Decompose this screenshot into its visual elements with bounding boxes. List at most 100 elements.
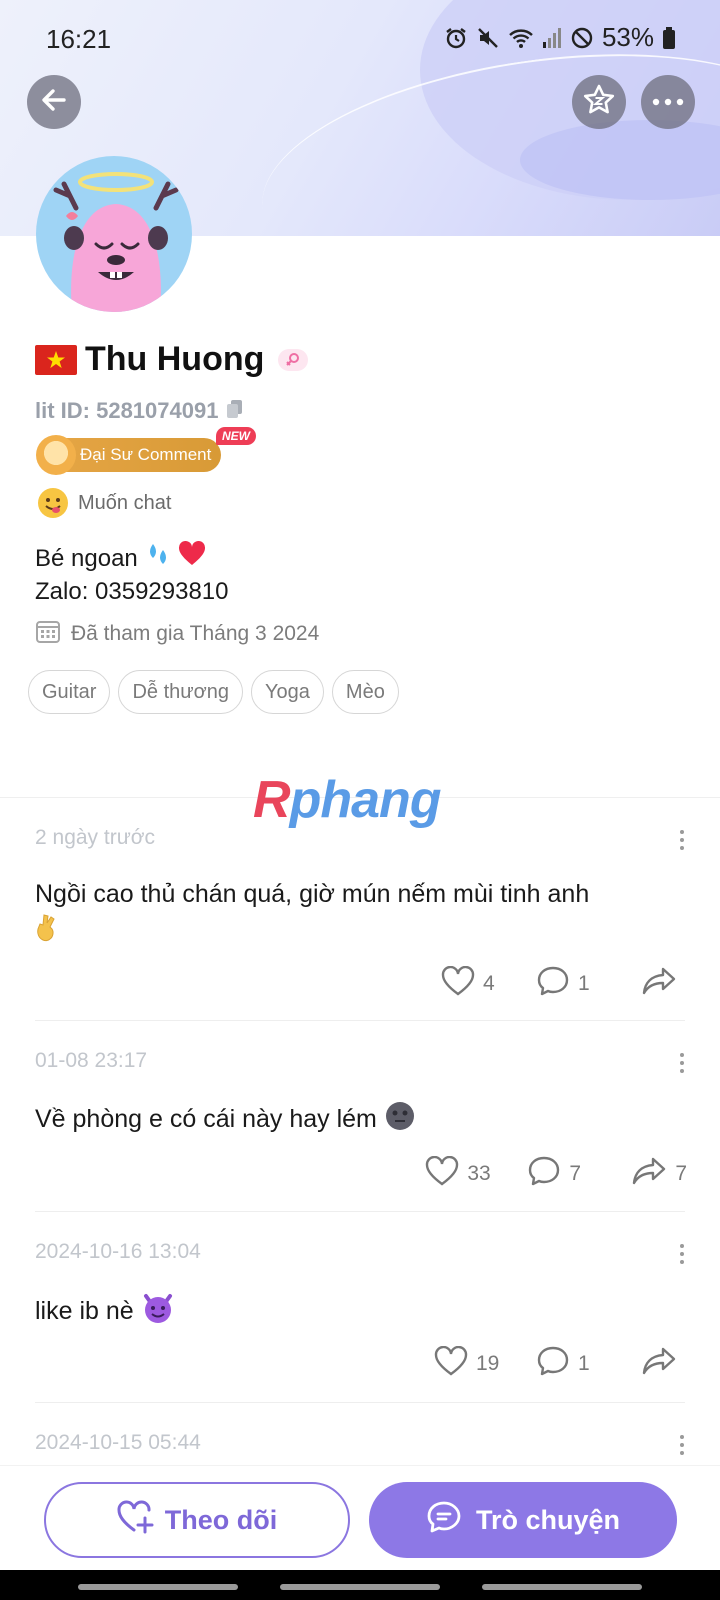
status-time: 16:21 <box>46 24 112 54</box>
heart-icon <box>425 1155 459 1192</box>
profile-name: Thu Huong <box>85 340 265 378</box>
female-icon <box>278 348 309 371</box>
calendar-icon <box>35 618 61 649</box>
chat-button[interactable]: Trò chuyện <box>369 1482 677 1558</box>
tag-cat[interactable]: Mèo <box>331 670 399 714</box>
post-content[interactable]: like ib nè <box>35 1292 685 1329</box>
post-time: 01-08 23:17 <box>35 1049 148 1072</box>
alarm-icon <box>444 26 468 50</box>
badge-label: Đại Sư Comment <box>80 445 212 464</box>
favorite-button[interactable] <box>572 75 626 129</box>
post-item[interactable]: 2024-10-15 05:44 <box>35 1431 685 1455</box>
bottom-action-bar: Theo dõi Trò chuyện <box>0 1465 720 1570</box>
comment-icon <box>527 1155 561 1193</box>
comment-icon <box>536 1345 570 1383</box>
post-time: 2024-10-15 05:44 <box>35 1431 201 1454</box>
follow-label: Theo dõi <box>164 1504 278 1535</box>
tag-cute[interactable]: Dễ thương <box>118 670 244 714</box>
more-options-button[interactable] <box>641 75 695 129</box>
post-content[interactable]: Về phòng e có cái này hay lém <box>35 1101 685 1136</box>
chat-status: Muốn chat <box>78 491 172 514</box>
comment-button[interactable]: 1 <box>536 965 641 1003</box>
post-text: like ib nè <box>35 1296 134 1325</box>
nav-home-handle[interactable] <box>280 1584 440 1590</box>
heart-emoji-icon <box>178 540 206 575</box>
heart-plus-icon <box>117 1500 155 1541</box>
battery-icon <box>662 26 676 50</box>
status-bar: 16:21 53% <box>0 0 720 80</box>
smiling-devil-emoji-icon <box>142 1292 174 1329</box>
post-more-icon[interactable] <box>679 1053 685 1073</box>
post-more-icon[interactable] <box>679 1244 685 1264</box>
comment-count: 1 <box>578 1352 590 1375</box>
like-count: 19 <box>476 1352 500 1375</box>
tag-guitar[interactable]: Guitar <box>28 670 111 714</box>
post-more-icon[interactable] <box>679 1435 685 1455</box>
chat-bubble-icon <box>426 1500 462 1541</box>
signal-icon <box>542 27 562 49</box>
lit-id: lit ID: 5281074091 <box>35 398 219 423</box>
post-text: Về phòng e có cái này hay lém <box>35 1104 377 1133</box>
bio-line-2: Zalo: 0359293810 <box>35 578 229 605</box>
moon-face-emoji-icon <box>385 1101 415 1136</box>
achievement-badge[interactable]: Đại Sư Comment <box>36 435 222 475</box>
block-icon <box>570 26 594 50</box>
post-time: 2 ngày trước <box>35 826 156 849</box>
like-count: 4 <box>483 972 495 995</box>
bio: Bé ngoan Zalo: 0359293810 <box>35 540 229 607</box>
post-separator <box>35 1402 685 1403</box>
tongue-face-emoji-icon <box>38 488 68 518</box>
crossed-fingers-emoji-icon <box>35 912 685 947</box>
back-button[interactable] <box>27 75 81 129</box>
vietnam-flag-icon <box>35 344 77 375</box>
sweat-droplets-emoji-icon <box>144 540 172 576</box>
post-separator <box>35 1020 685 1021</box>
share-count: 7 <box>675 1162 687 1185</box>
post-text: Ngồi cao thủ chán quá, giờ mún nếm mùi t… <box>35 880 590 908</box>
post-item[interactable]: 2024-10-16 13:04 <box>35 1240 685 1264</box>
comment-count: 7 <box>569 1162 581 1185</box>
share-button[interactable]: 7 <box>631 1156 687 1192</box>
chat-label: Trò chuyện <box>475 1504 621 1535</box>
nav-back-handle[interactable] <box>482 1584 642 1590</box>
joined-date: Đã tham gia Tháng 3 2024 <box>71 621 320 645</box>
tag-yoga[interactable]: Yoga <box>251 670 324 714</box>
arrow-left-icon <box>39 85 69 120</box>
copy-icon[interactable] <box>226 399 244 424</box>
post-actions: 33 7 7 <box>425 1155 687 1193</box>
badge-medal-icon <box>36 435 76 475</box>
like-button[interactable]: 4 <box>441 965 536 1002</box>
share-button[interactable] <box>641 1346 677 1382</box>
post-time: 2024-10-16 13:04 <box>35 1240 201 1263</box>
heart-icon <box>441 965 475 1002</box>
share-button[interactable] <box>641 966 677 1002</box>
post-separator <box>35 1211 685 1212</box>
like-button[interactable]: 33 <box>425 1155 527 1192</box>
avatar[interactable] <box>36 156 192 312</box>
wifi-icon <box>508 27 534 49</box>
comment-count: 1 <box>578 972 590 995</box>
star-icon <box>582 83 616 122</box>
post-item[interactable]: 2 ngày trước <box>35 826 685 850</box>
comment-icon <box>536 965 570 1003</box>
post-actions: 4 1 <box>441 965 677 1003</box>
comment-button[interactable]: 1 <box>536 1345 641 1383</box>
follow-button[interactable]: Theo dõi <box>44 1482 350 1558</box>
interest-tags: Guitar Dễ thương Yoga Mèo <box>28 670 399 714</box>
nav-recents-handle[interactable] <box>78 1584 238 1590</box>
post-content[interactable]: Ngồi cao thủ chán quá, giờ mún nếm mùi t… <box>35 878 685 947</box>
like-button[interactable]: 19 <box>434 1345 536 1382</box>
like-count: 33 <box>467 1162 491 1185</box>
post-item[interactable]: 01-08 23:17 <box>35 1049 685 1073</box>
heart-icon <box>434 1345 468 1382</box>
system-nav-bar <box>0 1570 720 1600</box>
new-badge: NEW <box>216 427 256 445</box>
mute-icon <box>476 26 500 50</box>
share-icon <box>641 1346 677 1382</box>
bio-line-1: Bé ngoan <box>35 544 138 572</box>
watermark: Rphang <box>253 771 442 829</box>
post-more-icon[interactable] <box>679 830 685 850</box>
share-icon <box>631 1156 667 1192</box>
battery-text: 53% <box>601 22 654 52</box>
comment-button[interactable]: 7 <box>527 1155 631 1193</box>
